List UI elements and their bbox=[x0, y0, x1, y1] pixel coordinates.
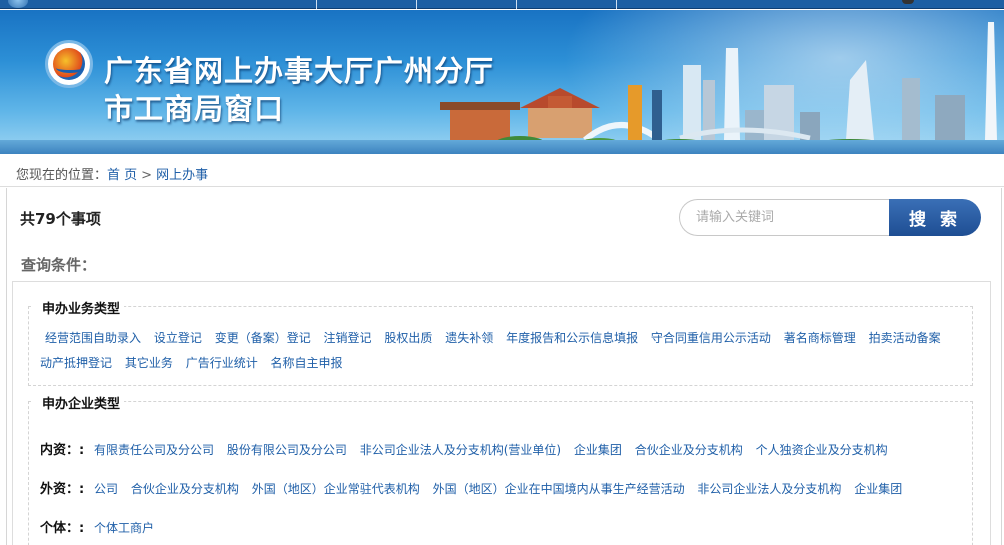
foreign-type-link[interactable]: 合伙企业及分支机构 bbox=[131, 482, 239, 496]
individual-label: 个体：: bbox=[40, 521, 85, 536]
domestic-type-link[interactable]: 企业集团 bbox=[574, 443, 622, 457]
foreign-row: 外资：: 公司 合伙企业及分支机构 外国（地区）企业常驻代表机构 外国（地区）企… bbox=[40, 478, 960, 497]
nav-divider bbox=[416, 0, 417, 9]
logo-emblem bbox=[45, 40, 93, 88]
foreign-type-link[interactable]: 公司 bbox=[94, 482, 118, 496]
domestic-type-link[interactable]: 股份有限公司及分公司 bbox=[227, 443, 347, 457]
business-type-link[interactable]: 动产抵押登记 bbox=[40, 356, 112, 370]
domestic-type-link[interactable]: 有限责任公司及分公司 bbox=[94, 443, 214, 457]
business-type-link[interactable]: 著名商标管理 bbox=[784, 331, 856, 345]
domestic-type-link[interactable]: 合伙企业及分支机构 bbox=[635, 443, 743, 457]
domestic-row: 内资：: 有限责任公司及分公司 股份有限公司及分公司 非公司企业法人及分支机构(… bbox=[40, 439, 960, 458]
nav-dot-icon bbox=[902, 0, 914, 4]
domestic-type-link[interactable]: 个人独资企业及分支机构 bbox=[756, 443, 888, 457]
foreign-type-link[interactable]: 外国（地区）企业在中国境内从事生产经营活动 bbox=[433, 482, 685, 496]
business-type-link[interactable]: 股权出质 bbox=[384, 331, 432, 345]
item-count: 共79个事项 bbox=[20, 210, 101, 228]
individual-row: 个体：: 个体工商户 bbox=[40, 517, 960, 536]
nav-divider bbox=[616, 0, 617, 9]
business-type-link[interactable]: 拍卖活动备案 bbox=[869, 331, 941, 345]
query-conditions-title: 查询条件： bbox=[21, 256, 97, 274]
business-type-link[interactable]: 名称自主申报 bbox=[271, 356, 343, 370]
enterprise-type-legend: 申办企业类型 bbox=[32, 393, 125, 412]
breadcrumb: 您现在的位置：首 页 > 网上办事 bbox=[16, 164, 208, 183]
business-type-link[interactable]: 广告行业统计 bbox=[186, 356, 258, 370]
business-type-legend: 申办业务类型 bbox=[32, 298, 125, 317]
nav-logo-icon bbox=[8, 0, 28, 8]
foreign-type-link[interactable]: 非公司企业法人及分支机构 bbox=[697, 482, 841, 496]
breadcrumb-separator: > bbox=[141, 168, 153, 183]
breadcrumb-current-link[interactable]: 网上办事 bbox=[156, 168, 208, 183]
business-type-link[interactable]: 年度报告和公示信息填报 bbox=[506, 331, 638, 345]
business-type-link[interactable]: 设立登记 bbox=[154, 331, 202, 345]
nav-divider bbox=[516, 0, 517, 9]
business-type-link[interactable]: 注销登记 bbox=[324, 331, 372, 345]
divider bbox=[0, 186, 1004, 187]
header-banner: 广东省网上办事大厅广州分厅 市工商局窗口 bbox=[0, 10, 1004, 154]
domestic-type-link[interactable]: 非公司企业法人及分支机构(营业单位) bbox=[360, 443, 561, 457]
banner-title: 广东省网上办事大厅广州分厅 bbox=[104, 54, 495, 88]
banner-subtitle: 市工商局窗口 bbox=[104, 92, 285, 126]
nav-divider bbox=[316, 0, 317, 9]
top-nav-bar bbox=[0, 0, 1004, 9]
business-type-link[interactable]: 经营范围自助录入 bbox=[45, 331, 141, 345]
domestic-label: 内资：: bbox=[40, 443, 85, 458]
business-type-link[interactable]: 其它业务 bbox=[125, 356, 173, 370]
foreign-type-link[interactable]: 企业集团 bbox=[854, 482, 902, 496]
foreign-type-link[interactable]: 外国（地区）企业常驻代表机构 bbox=[252, 482, 420, 496]
search-input[interactable] bbox=[679, 199, 894, 236]
foreign-label: 外资：: bbox=[40, 482, 85, 497]
individual-type-link[interactable]: 个体工商户 bbox=[94, 521, 154, 535]
business-type-link[interactable]: 守合同重信用公示活动 bbox=[651, 331, 771, 345]
breadcrumb-home-link[interactable]: 首 页 bbox=[107, 168, 137, 183]
business-type-link[interactable]: 变更（备案）登记 bbox=[215, 331, 311, 345]
breadcrumb-prefix: 您现在的位置： bbox=[16, 168, 108, 183]
business-type-link[interactable]: 遗失补领 bbox=[445, 331, 493, 345]
search-button[interactable]: 搜 索 bbox=[889, 199, 981, 236]
business-type-list: 经营范围自助录入 设立登记 变更（备案）登记 注销登记 股权出质 遗失补领 年度… bbox=[40, 326, 960, 376]
